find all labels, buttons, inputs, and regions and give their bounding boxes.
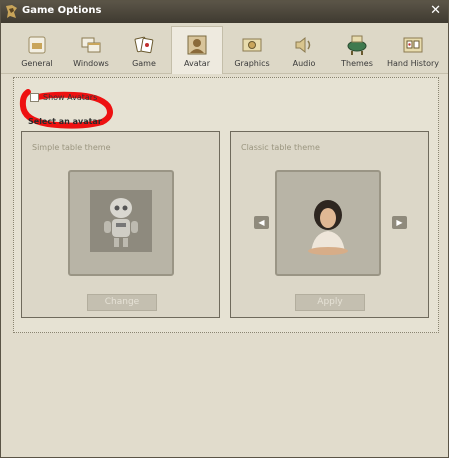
simple-theme-box: Simple table theme Change (21, 131, 220, 318)
select-avatar-label: Select an avatar (28, 117, 102, 126)
classic-theme-title: Classic table theme (241, 143, 320, 152)
avatar-icon (187, 35, 207, 55)
tab-audio[interactable]: Audio (279, 27, 329, 73)
change-button[interactable]: Change (87, 294, 157, 311)
robot-avatar-image (90, 190, 152, 252)
avatar-settings-panel: Show Avatars Select an avatar Simple tab… (13, 77, 439, 333)
tab-hand-history[interactable]: Hand History (385, 27, 441, 73)
next-avatar-arrow-icon[interactable]: ▶ (392, 216, 407, 229)
apply-button[interactable]: Apply (295, 294, 365, 311)
simple-theme-title: Simple table theme (32, 143, 111, 152)
show-avatars-label: Show Avatars (43, 93, 98, 102)
title-bar: Game Options ✕ (1, 1, 448, 23)
tab-graphics[interactable]: Graphics (227, 27, 277, 73)
tab-label: Themes (341, 59, 373, 68)
tab-avatar[interactable]: Avatar (171, 26, 223, 74)
show-avatars-checkbox[interactable]: Show Avatars (30, 93, 97, 102)
cards-icon (134, 36, 154, 54)
tab-label: Avatar (184, 59, 210, 68)
speaker-icon (295, 36, 311, 54)
previous-avatar-arrow-icon[interactable]: ◀ (254, 216, 269, 229)
window-title: Game Options (22, 5, 102, 16)
game-options-window: Game Options ✕ General Windows Game Avat… (0, 0, 449, 458)
windows-icon (81, 37, 101, 53)
simple-avatar-preview (68, 170, 174, 276)
tab-general[interactable]: General (11, 27, 63, 73)
close-icon[interactable]: ✕ (430, 3, 441, 18)
tab-label: Hand History (386, 59, 440, 68)
app-logo-icon (6, 5, 17, 18)
classic-theme-box: Classic table theme ◀ ▶ Apply (230, 131, 429, 318)
tab-bar: General Windows Game Avatar Graphics Aud… (1, 23, 448, 74)
graphics-icon (242, 38, 262, 52)
hand-history-icon (403, 37, 423, 53)
classic-avatar-preview (275, 170, 381, 276)
table-icon (347, 35, 367, 55)
tab-themes[interactable]: Themes (331, 27, 383, 73)
tab-game[interactable]: Game (119, 27, 169, 73)
tab-label: Graphics (234, 59, 270, 68)
checkbox-box[interactable] (30, 93, 39, 102)
tab-label: General (21, 59, 53, 68)
tab-label: Windows (73, 59, 109, 68)
tab-windows[interactable]: Windows (65, 27, 117, 73)
general-icon (28, 36, 46, 54)
woman-avatar-image (308, 200, 348, 255)
tab-label: Game (132, 59, 156, 68)
tab-label: Audio (292, 59, 316, 68)
